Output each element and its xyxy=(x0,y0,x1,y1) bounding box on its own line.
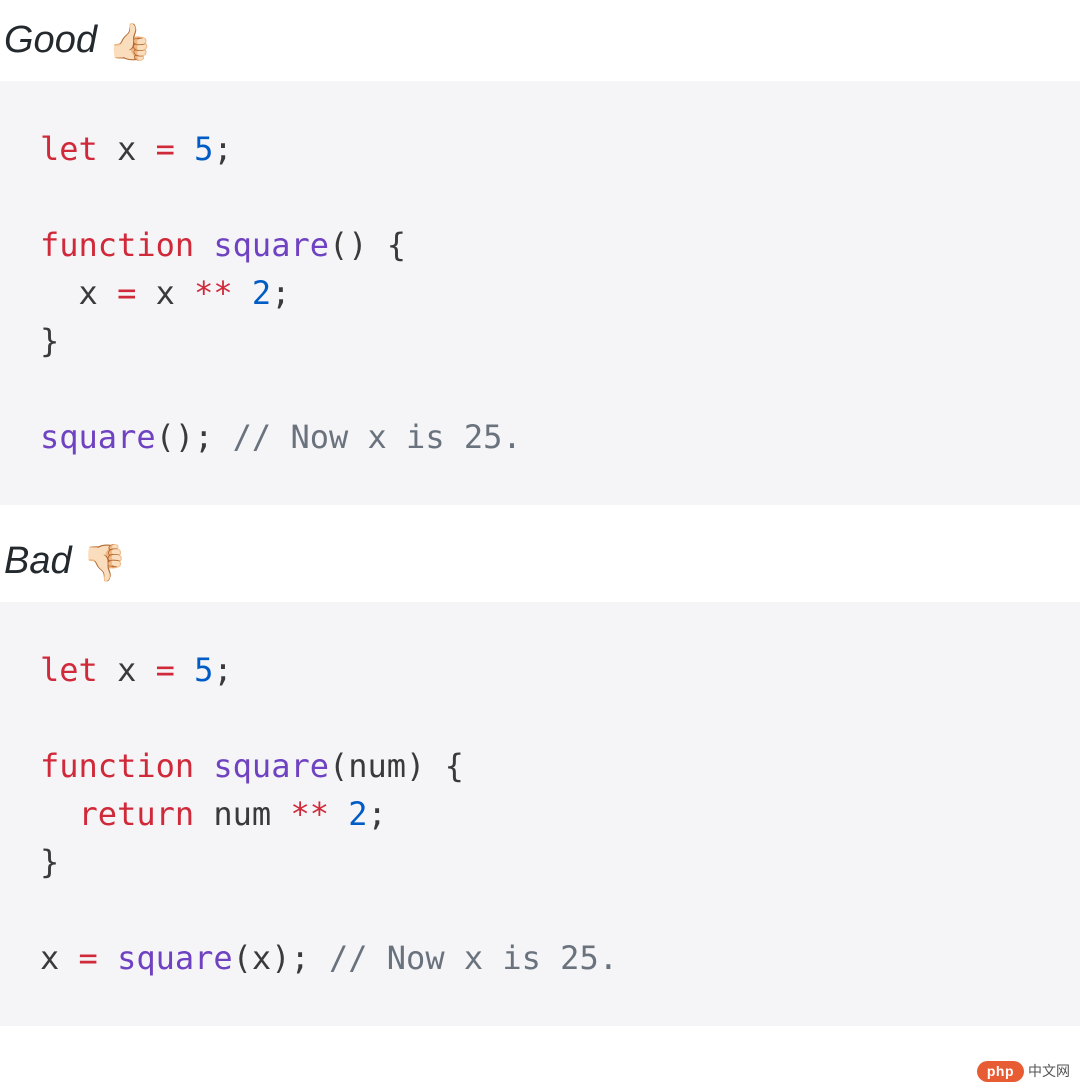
code-token: = xyxy=(156,651,175,689)
code-token: function xyxy=(40,226,194,264)
code-token xyxy=(194,747,213,785)
code-token: return xyxy=(79,795,195,833)
code-token: 5 xyxy=(194,130,213,168)
thumbs-up-icon: 👍🏻 xyxy=(108,21,153,62)
code-token: function xyxy=(40,747,194,785)
code-token: ** xyxy=(290,795,329,833)
code-token: ; xyxy=(271,274,290,312)
code-token xyxy=(194,226,213,264)
good-label: Good 👍🏻 xyxy=(0,0,1080,81)
code-token xyxy=(40,795,79,833)
code-token: let xyxy=(40,130,98,168)
watermark-pill: php xyxy=(977,1061,1024,1082)
code-token: ; xyxy=(368,795,387,833)
watermark-text: 中文网 xyxy=(1028,1063,1070,1079)
code-token: square xyxy=(213,226,329,264)
code-token: (x); xyxy=(233,939,329,977)
code-token: x xyxy=(40,939,79,977)
code-token: 2 xyxy=(348,795,367,833)
code-comment: // Now x is 25. xyxy=(329,939,618,977)
good-text: Good xyxy=(4,19,97,61)
code-token: ** xyxy=(194,274,233,312)
code-token: 2 xyxy=(252,274,271,312)
code-token: () { xyxy=(329,226,406,264)
thumbs-down-icon: 👎🏻 xyxy=(82,542,127,583)
code-token xyxy=(233,274,252,312)
code-token: num xyxy=(194,795,290,833)
code-token xyxy=(175,130,194,168)
code-token: x xyxy=(98,130,156,168)
code-token: (num) { xyxy=(329,747,464,785)
code-token: ; xyxy=(213,130,232,168)
code-token: let xyxy=(40,651,98,689)
code-token: x xyxy=(98,651,156,689)
good-code-block: let x = 5; function square() { x = x ** … xyxy=(0,81,1080,505)
code-token: = xyxy=(79,939,98,977)
code-token: 5 xyxy=(194,651,213,689)
code-token: square xyxy=(117,939,233,977)
code-token: = xyxy=(156,130,175,168)
code-token: x xyxy=(40,274,117,312)
code-token: x xyxy=(136,274,194,312)
code-token: (); xyxy=(156,418,233,456)
code-token xyxy=(329,795,348,833)
code-token: square xyxy=(40,418,156,456)
bad-label: Bad 👎🏻 xyxy=(0,505,1080,602)
code-token: } xyxy=(40,322,59,360)
code-token xyxy=(175,651,194,689)
code-token: ; xyxy=(213,651,232,689)
code-token: } xyxy=(40,843,59,881)
watermark: php中文网 xyxy=(977,1061,1070,1082)
code-token: = xyxy=(117,274,136,312)
code-token xyxy=(98,939,117,977)
code-comment: // Now x is 25. xyxy=(233,418,522,456)
bad-code-block: let x = 5; function square(num) { return… xyxy=(0,602,1080,1026)
bad-text: Bad xyxy=(4,540,72,582)
code-token: square xyxy=(213,747,329,785)
